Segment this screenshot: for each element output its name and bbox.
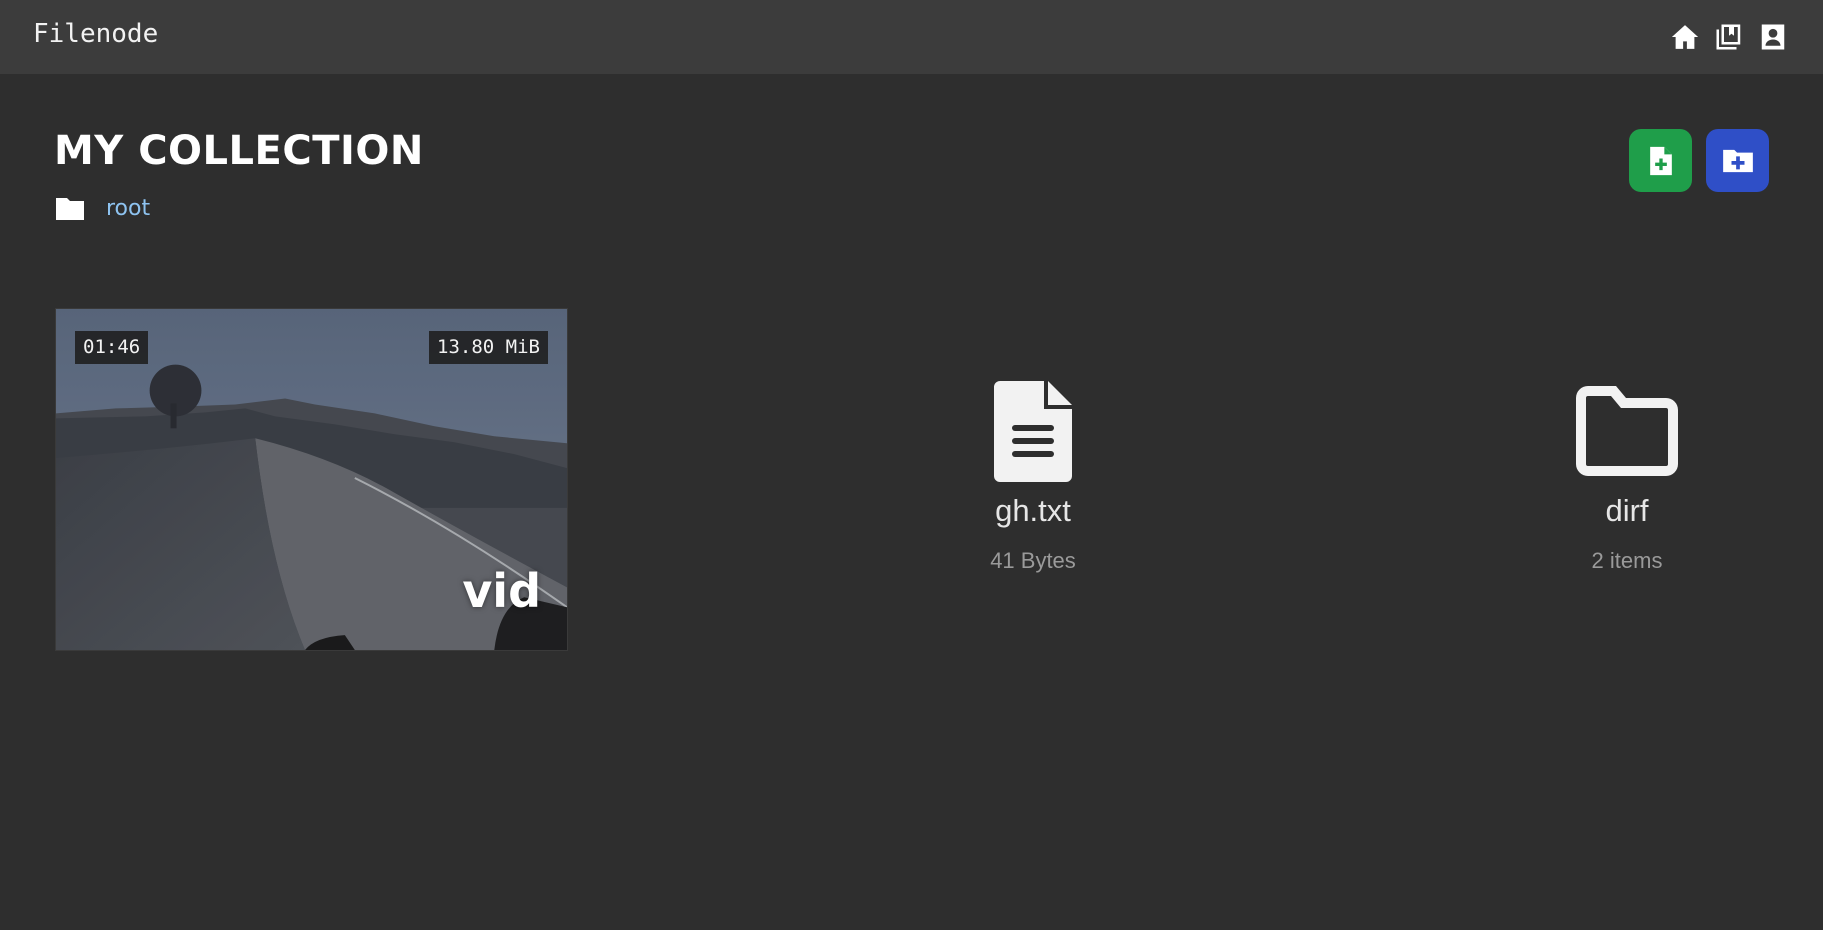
folder-plus-icon [1722, 149, 1753, 172]
folder-name: dirf [1605, 493, 1649, 528]
account-icon[interactable] [1757, 22, 1789, 52]
top-navbar: Filenode [0, 0, 1823, 74]
video-size-badge: 13.80 MiB [429, 331, 548, 364]
page-title: MY COLLECTION [54, 128, 424, 174]
video-duration-badge: 01:46 [75, 331, 149, 364]
file-plus-icon [1649, 146, 1672, 175]
folder-icon [1576, 386, 1678, 476]
video-name: vid [462, 564, 541, 618]
folder-icon [54, 196, 86, 222]
file-name: gh.txt [995, 493, 1071, 528]
folder-item-count: 2 items [1591, 548, 1663, 573]
breadcrumb-root-link[interactable]: root [106, 196, 150, 221]
new-folder-button[interactable] [1706, 129, 1769, 192]
file-item[interactable]: gh.txt 41 Bytes [933, 375, 1133, 585]
video-card[interactable]: 01:46 13.80 MiB vid [55, 308, 568, 651]
bookmarks-icon[interactable] [1713, 22, 1745, 52]
app-brand[interactable]: Filenode [33, 19, 158, 49]
folder-item[interactable]: dirf 2 items [1527, 375, 1727, 585]
file-size: 41 Bytes [990, 548, 1076, 573]
home-icon[interactable] [1669, 22, 1701, 52]
text-file-icon [994, 381, 1072, 482]
new-file-button[interactable] [1629, 129, 1692, 192]
